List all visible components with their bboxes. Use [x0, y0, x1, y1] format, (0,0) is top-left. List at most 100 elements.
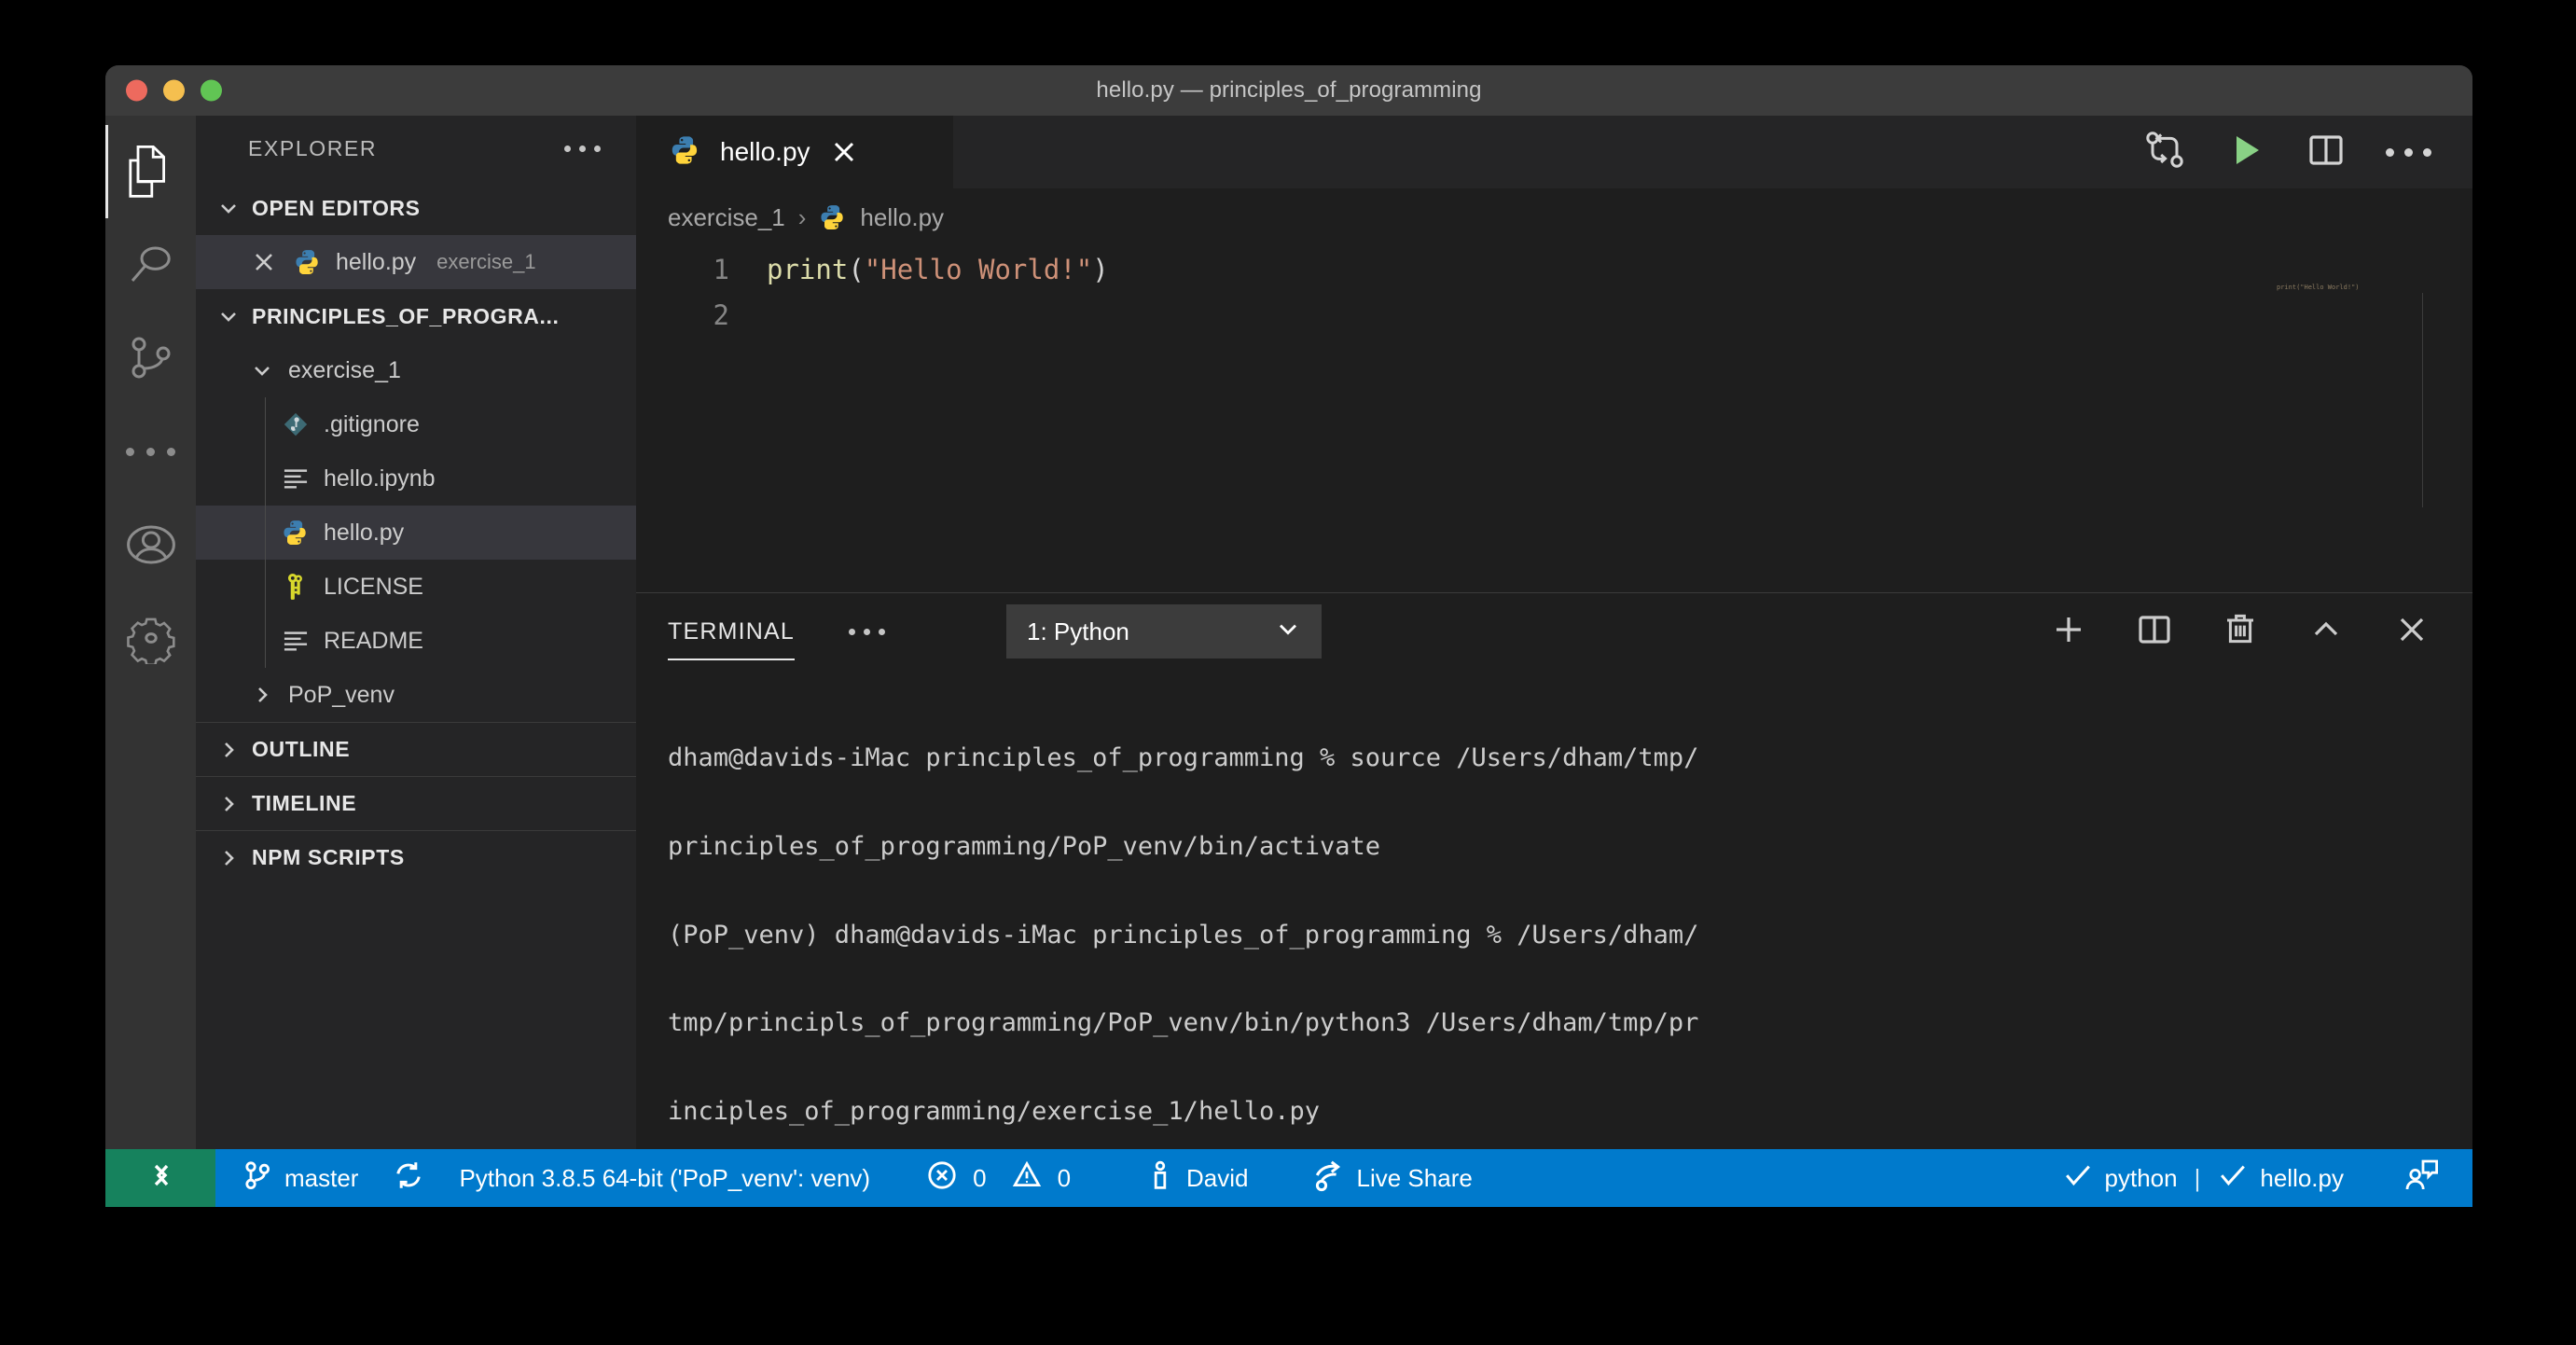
code-token-string: "Hello World!": [864, 253, 1093, 285]
status-feedback[interactable]: [2387, 1149, 2472, 1207]
terminal-line: inciples_of_programming/exercise_1/hello…: [668, 1097, 1320, 1127]
status-file-ready[interactable]: hello.py: [2200, 1149, 2361, 1207]
editor-actions: [2143, 116, 2472, 188]
editor-area: hello.py exercise_1 › hello.py 1 print("…: [636, 116, 2472, 1202]
status-sync[interactable]: [375, 1149, 442, 1207]
code-editor[interactable]: 1 print("Hello World!") 2 print("Hello W…: [636, 246, 2472, 592]
terminal-line: principles_of_programming/PoP_venv/bin/a…: [668, 831, 1381, 861]
indent-guide: [265, 560, 266, 614]
line-number: 1: [713, 253, 729, 285]
explorer-sidebar: EXPLORER OPEN EDITORS hello.py exercise_…: [196, 116, 636, 1202]
person-icon: [1145, 1159, 1175, 1198]
error-count: 0: [973, 1163, 987, 1192]
minimap[interactable]: print("Hello World!"): [2267, 256, 2444, 592]
editor-tab-label: hello.py: [720, 137, 810, 166]
activity-item-source-control[interactable]: [105, 312, 196, 405]
sidebar-more-actions[interactable]: [564, 145, 601, 152]
remote-indicator[interactable]: [105, 1149, 215, 1207]
close-icon[interactable]: [829, 137, 859, 167]
plus-icon[interactable]: [2049, 610, 2088, 654]
maximize-window-button[interactable]: [201, 79, 222, 102]
status-problems[interactable]: 0 0: [909, 1149, 1087, 1207]
tree-item-gitignore[interactable]: .gitignore: [196, 397, 636, 451]
status-interpreter[interactable]: Python 3.8.5 64-bit ('PoP_venv': venv): [442, 1149, 887, 1207]
terminal-selector[interactable]: 1: Python: [1006, 604, 1323, 659]
breadcrumb-item-file[interactable]: hello.py: [860, 203, 944, 232]
activity-item-search[interactable]: [105, 218, 196, 312]
status-interpreter-label: Python 3.8.5 64-bit ('PoP_venv': venv): [459, 1163, 871, 1192]
close-icon[interactable]: [248, 250, 280, 274]
indent-guide: [265, 614, 266, 668]
editor-tabs-bar: hello.py: [636, 116, 2472, 188]
activity-item-account[interactable]: [105, 498, 196, 591]
python-icon: [292, 248, 324, 276]
activity-bar: [105, 116, 196, 1202]
status-user[interactable]: David: [1129, 1149, 1265, 1207]
window-controls: [126, 79, 222, 102]
check-icon: [2062, 1159, 2094, 1198]
warning-icon: [1011, 1159, 1043, 1198]
section-label: OUTLINE: [252, 737, 351, 761]
activity-item-settings[interactable]: [105, 591, 196, 685]
search-icon: [127, 241, 175, 289]
window-title: hello.py — principles_of_programming: [1096, 77, 1482, 103]
tree-item-hello-ipynb[interactable]: hello.ipynb: [196, 451, 636, 506]
close-window-button[interactable]: [126, 79, 147, 102]
terminal-line: (PoP_venv) dham@davids-iMac principles_o…: [668, 920, 1699, 950]
tree-item-pop-venv[interactable]: PoP_venv: [196, 668, 636, 722]
run-icon[interactable]: [2225, 130, 2266, 175]
source-control-icon: [127, 334, 175, 382]
git-icon: [280, 410, 312, 438]
section-npm-scripts[interactable]: NPM SCRIPTS: [196, 830, 636, 884]
activity-item-more[interactable]: [105, 405, 196, 498]
tree-item-label: .gitignore: [324, 410, 420, 437]
editor-tab-hello-py[interactable]: hello.py: [636, 116, 953, 188]
tree-item-exercise-1[interactable]: exercise_1: [196, 343, 636, 397]
sidebar-header: EXPLORER: [196, 116, 636, 181]
status-live-share-label: Live Share: [1356, 1163, 1473, 1192]
breadcrumb-item-folder[interactable]: exercise_1: [668, 203, 785, 232]
open-editor-item-hello-py[interactable]: hello.py exercise_1: [196, 235, 636, 289]
gear-icon: [125, 612, 177, 664]
code-token-punct-open: (: [848, 253, 865, 285]
code-token-function: print: [767, 253, 849, 285]
section-outline[interactable]: OUTLINE: [196, 722, 636, 776]
tree-item-label: README: [324, 627, 423, 654]
section-workspace-folder[interactable]: PRINCIPLES_OF_PROGRA...: [196, 289, 636, 343]
chevron-right-icon: [215, 738, 242, 762]
python-icon: [670, 134, 701, 171]
chevron-down-icon: [215, 196, 242, 220]
feedback-icon: [2403, 1157, 2441, 1200]
tree-item-license[interactable]: LICENSE: [196, 560, 636, 614]
split-editor-icon[interactable]: [2306, 130, 2347, 175]
status-live-share[interactable]: Live Share: [1294, 1149, 1489, 1207]
code-line-2: 2: [636, 292, 2472, 338]
minimap-slider[interactable]: [2422, 293, 2465, 507]
section-timeline[interactable]: TIMELINE: [196, 776, 636, 830]
activity-item-explorer[interactable]: [105, 125, 196, 218]
trash-icon[interactable]: [2221, 610, 2260, 654]
tree-item-readme[interactable]: README: [196, 614, 636, 668]
status-branch[interactable]: master: [215, 1149, 375, 1207]
chevron-up-icon[interactable]: [2306, 610, 2346, 654]
status-branch-label: master: [284, 1163, 359, 1192]
live-share-icon: [1310, 1158, 1346, 1199]
minimize-window-button[interactable]: [163, 79, 185, 102]
breadcrumb-separator: ›: [797, 202, 807, 231]
status-user-label: David: [1186, 1163, 1249, 1192]
split-editor-icon[interactable]: [2135, 610, 2174, 654]
git-compare-icon[interactable]: [2143, 129, 2186, 176]
bottom-panel: TERMINAL 1: Python dham@davids-iMac prin…: [636, 592, 2472, 1202]
status-python-ready[interactable]: python: [2045, 1149, 2195, 1207]
section-open-editors[interactable]: OPEN EDITORS: [196, 181, 636, 235]
panel-more-actions[interactable]: [849, 628, 886, 635]
line-number: 2: [713, 298, 729, 331]
sidebar-title: EXPLORER: [248, 135, 378, 160]
status-separator: |: [2194, 1163, 2201, 1192]
terminal-output[interactable]: dham@davids-iMac principles_of_programmi…: [636, 670, 2472, 1202]
tree-item-hello-py[interactable]: hello.py: [196, 506, 636, 560]
close-icon[interactable]: [2392, 610, 2431, 654]
chevron-right-icon: [215, 846, 242, 870]
ellipsis-icon[interactable]: [2386, 147, 2431, 157]
panel-tab-terminal[interactable]: TERMINAL: [668, 593, 796, 670]
